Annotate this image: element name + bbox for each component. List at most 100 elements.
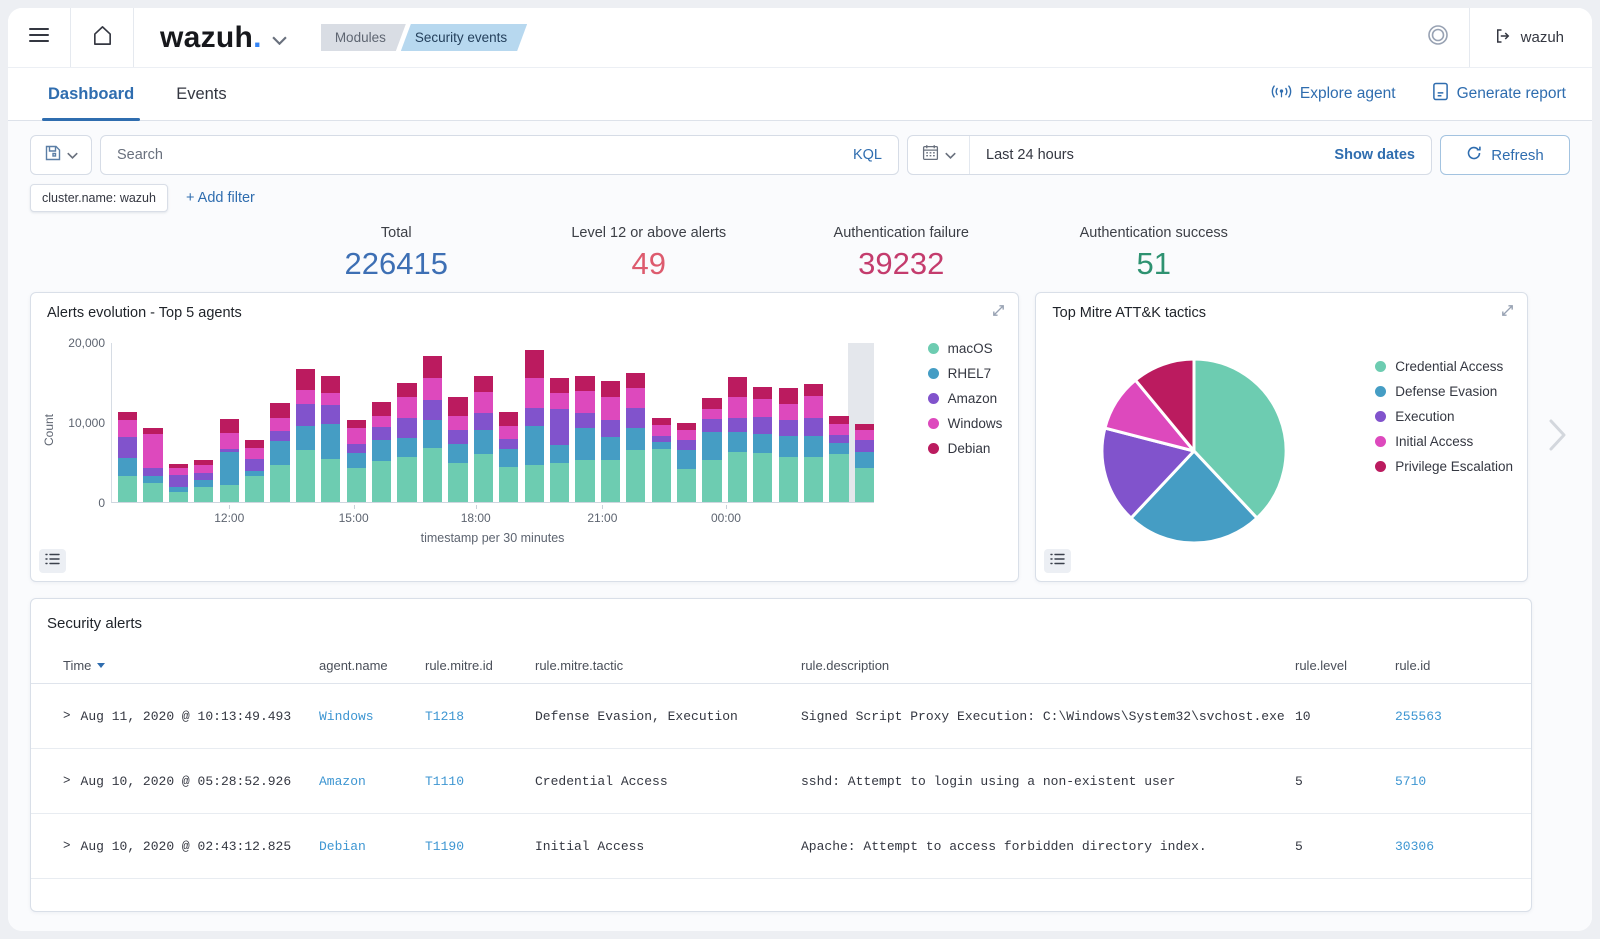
stacked-bar[interactable] [702, 398, 721, 502]
bar-segment[interactable] [448, 416, 467, 430]
bar-segment[interactable] [220, 419, 239, 433]
bar-segment[interactable] [829, 416, 848, 424]
filter-pill[interactable]: cluster.name: wazuh [30, 184, 168, 212]
bar-segment[interactable] [550, 463, 569, 502]
bar-segment[interactable] [321, 376, 340, 394]
bar-segment[interactable] [728, 432, 747, 452]
bar-segment[interactable] [423, 400, 442, 419]
bar-segment[interactable] [423, 378, 442, 400]
stacked-bar[interactable] [423, 356, 442, 502]
bar-segment[interactable] [728, 452, 747, 502]
stacked-bar[interactable] [550, 378, 569, 502]
bar-segment[interactable] [245, 440, 264, 447]
bar-segment[interactable] [677, 450, 696, 469]
bar-segment[interactable] [169, 492, 188, 502]
column-agent-name[interactable]: agent.name [319, 658, 425, 673]
refresh-button[interactable]: Refresh [1440, 135, 1570, 175]
search-input[interactable] [115, 146, 837, 164]
mitre-id-link[interactable]: T1110 [425, 774, 464, 789]
stacked-bar[interactable] [397, 383, 416, 502]
bar-segment[interactable] [372, 440, 391, 461]
bar-segment[interactable] [372, 427, 391, 441]
bar-segment[interactable] [118, 420, 137, 438]
bar-segment[interactable] [499, 449, 518, 467]
bar-segment[interactable] [601, 460, 620, 502]
bar-segment[interactable] [728, 418, 747, 432]
stacked-bar[interactable] [601, 381, 620, 502]
bar-segment[interactable] [829, 443, 848, 454]
bar-segment[interactable] [855, 452, 874, 468]
bar-segment[interactable] [779, 404, 798, 421]
bar-segment[interactable] [626, 388, 645, 409]
bar-segment[interactable] [347, 453, 366, 467]
chevron-right-icon[interactable]: > [63, 839, 71, 853]
bar-segment[interactable] [753, 434, 772, 453]
bar-segment[interactable] [779, 436, 798, 458]
tab-events[interactable]: Events [176, 68, 226, 120]
bar-segment[interactable] [423, 356, 442, 378]
bar-segment[interactable] [220, 485, 239, 502]
legend-item[interactable]: macOS [928, 341, 1003, 356]
bar-segment[interactable] [143, 468, 162, 476]
bar-segment[interactable] [448, 397, 467, 416]
bar-segment[interactable] [829, 424, 848, 435]
stacked-bar[interactable] [194, 460, 213, 502]
home-button[interactable] [71, 8, 133, 67]
bar-segment[interactable] [194, 465, 213, 473]
bar-segment[interactable] [702, 419, 721, 433]
user-menu[interactable]: wazuh [1470, 8, 1592, 67]
stacked-bar[interactable] [220, 419, 239, 502]
bar-segment[interactable] [296, 369, 315, 390]
bar-segment[interactable] [525, 426, 544, 465]
legend-item[interactable]: Initial Access [1375, 434, 1513, 449]
bar-segment[interactable] [575, 413, 594, 428]
bar-segment[interactable] [143, 434, 162, 468]
bar-segment[interactable] [550, 393, 569, 409]
bar-segment[interactable] [855, 440, 874, 453]
bar-segment[interactable] [677, 430, 696, 440]
stacked-bar[interactable] [270, 403, 289, 502]
bar-segment[interactable] [575, 376, 594, 390]
menu-button[interactable] [8, 8, 70, 67]
stacked-bar[interactable] [143, 428, 162, 502]
legend-item[interactable]: Windows [928, 416, 1003, 431]
bar-segment[interactable] [804, 396, 823, 418]
chevron-right-icon[interactable]: > [63, 709, 71, 723]
bar-segment[interactable] [474, 430, 493, 454]
column-rule-description[interactable]: rule.description [801, 658, 1295, 673]
agent-link[interactable]: Windows [319, 709, 374, 724]
legend-item[interactable]: Privilege Escalation [1375, 459, 1513, 474]
bar-segment[interactable] [296, 450, 315, 502]
panel-menu-button[interactable] [1044, 549, 1071, 573]
bar-segment[interactable] [499, 426, 518, 439]
breadcrumb-modules[interactable]: Modules [321, 24, 406, 51]
bar-segment[interactable] [169, 475, 188, 487]
stacked-bar[interactable] [575, 376, 594, 502]
bar-segment[interactable] [296, 404, 315, 426]
bar-segment[interactable] [652, 449, 671, 502]
bar-segment[interactable] [270, 403, 289, 418]
bar-segment[interactable] [118, 412, 137, 419]
bar-segment[interactable] [728, 397, 747, 418]
bar-segment[interactable] [804, 418, 823, 436]
panel-menu-button[interactable] [39, 549, 66, 573]
stacked-bar[interactable] [372, 402, 391, 502]
bar-segment[interactable] [169, 468, 188, 475]
bar-segment[interactable] [575, 428, 594, 459]
bar-segment[interactable] [372, 402, 391, 416]
calendar-menu-button[interactable] [908, 136, 970, 174]
bar-segment[interactable] [118, 476, 137, 502]
bar-segment[interactable] [652, 425, 671, 436]
bar-segment[interactable] [626, 450, 645, 502]
stacked-bar[interactable] [321, 376, 340, 502]
bar-segment[interactable] [220, 452, 239, 486]
bar-segment[interactable] [270, 431, 289, 441]
show-dates-button[interactable]: Show dates [1334, 147, 1431, 163]
bar-segment[interactable] [499, 412, 518, 426]
bar-segment[interactable] [347, 420, 366, 429]
bar-segment[interactable] [397, 383, 416, 397]
bar-segment[interactable] [855, 430, 874, 440]
bar-segment[interactable] [372, 461, 391, 502]
stacked-bar[interactable] [779, 388, 798, 502]
bar-segment[interactable] [626, 408, 645, 427]
